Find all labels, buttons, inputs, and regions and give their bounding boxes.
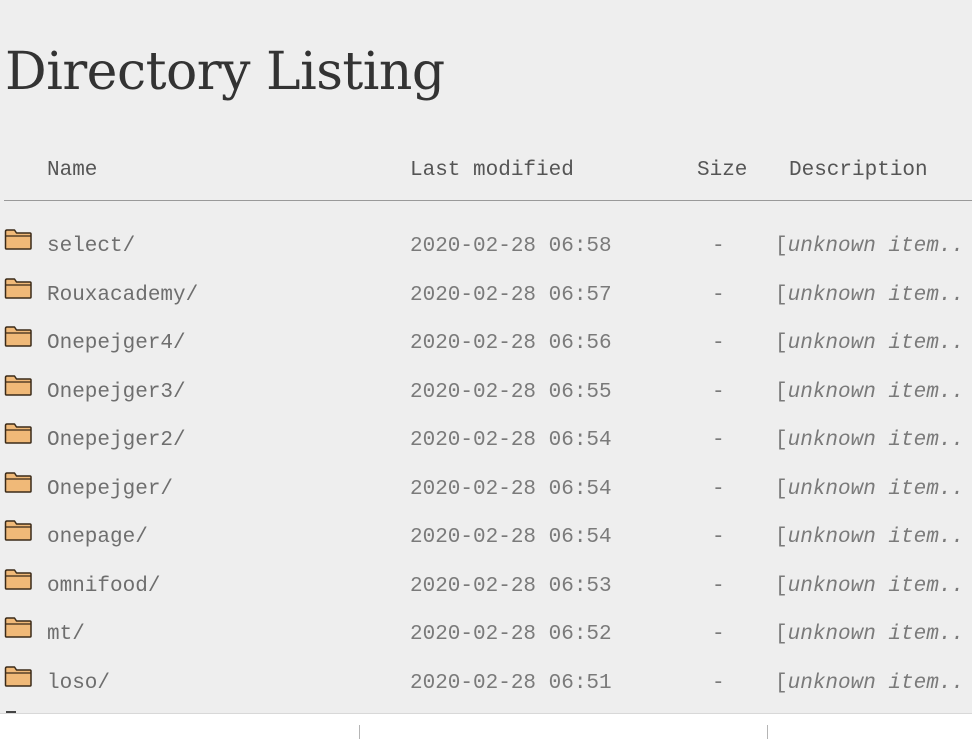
page-title: Directory Listing xyxy=(5,42,445,102)
table-row: omnifood/2020-02-28 06:53 - [unknown item.… xyxy=(0,568,972,617)
description-text: unknown item.. xyxy=(787,574,965,598)
folder-icon xyxy=(4,423,32,444)
entry-last-modified: 2020-02-28 06:57 xyxy=(410,283,612,307)
entry-last-modified: 2020-02-28 06:52 xyxy=(410,623,612,646)
folder-icon xyxy=(4,326,32,347)
description-text: unknown item.. xyxy=(787,283,965,307)
panel-divider xyxy=(359,725,360,739)
entry-name-link[interactable]: loso/ xyxy=(47,669,110,699)
description-text: unknown item.. xyxy=(787,477,965,501)
entry-size: - xyxy=(712,526,725,549)
entry-name-link[interactable]: Onepejger2/ xyxy=(47,426,186,456)
column-header-last-modified[interactable]: Last modified xyxy=(410,156,574,186)
description-text: unknown item.. xyxy=(787,332,965,355)
description-bracket: [ xyxy=(775,671,788,695)
description-bracket: [ xyxy=(775,283,788,307)
folder-icon xyxy=(4,229,32,250)
entry-description: [unknown item.. xyxy=(775,378,964,408)
entry-last-modified: 2020-02-28 06:53 xyxy=(410,574,612,598)
column-header-name[interactable]: Name xyxy=(47,156,97,186)
description-text: unknown item.. xyxy=(787,235,965,258)
entry-description: [unknown item.. xyxy=(775,523,964,553)
entry-description: [unknown item.. xyxy=(775,329,964,359)
column-header-description[interactable]: Description xyxy=(789,156,928,186)
entry-last-modified: 2020-02-28 06:58 xyxy=(410,235,612,258)
folder-icon xyxy=(4,617,32,638)
entry-description: [unknown item.. xyxy=(775,475,964,505)
folder-icon xyxy=(4,568,32,590)
entry-size: - xyxy=(712,671,725,695)
description-bracket: [ xyxy=(775,380,788,404)
entry-last-modified: 2020-02-28 06:54 xyxy=(410,477,612,501)
entry-name-link[interactable]: select/ xyxy=(47,232,135,262)
description-bracket: [ xyxy=(775,574,788,598)
description-text: unknown item.. xyxy=(787,623,965,646)
description-bracket: [ xyxy=(775,477,788,501)
entry-last-modified: 2020-02-28 06:55 xyxy=(410,380,612,404)
table-row: select/2020-02-28 06:58 - [unknown item.. xyxy=(0,228,972,277)
entry-name-link[interactable]: Rouxacademy/ xyxy=(47,281,198,311)
table-row: loso/2020-02-28 06:51 - [unknown item.. xyxy=(0,665,972,714)
description-bracket: [ xyxy=(775,526,788,549)
description-bracket: [ xyxy=(775,429,788,452)
entry-name-link[interactable]: Onepejger/ xyxy=(47,475,173,505)
entry-size: - xyxy=(712,283,725,307)
entry-description: [unknown item.. xyxy=(775,232,964,262)
entry-size: - xyxy=(712,574,725,598)
table-row: Onepejger2/2020-02-28 06:54 - [unknown ite… xyxy=(0,422,972,471)
entry-size: - xyxy=(712,380,725,404)
entry-description: [unknown item.. xyxy=(775,669,964,699)
description-text: unknown item.. xyxy=(787,671,965,695)
entry-description: [unknown item.. xyxy=(775,426,964,456)
description-text: unknown item.. xyxy=(787,526,965,549)
listing-header: Name Last modified Size Description xyxy=(0,156,972,186)
entry-description: [unknown item.. xyxy=(775,572,964,602)
table-row: Onepejger3/2020-02-28 06:55 - [unknown ite… xyxy=(0,374,972,423)
entry-name-link[interactable]: Onepejger3/ xyxy=(47,378,186,408)
folder-icon xyxy=(4,277,32,299)
entry-size: - xyxy=(712,235,725,258)
entry-size: - xyxy=(712,429,725,452)
entry-size: - xyxy=(712,623,725,646)
entry-description: [unknown item.. xyxy=(775,620,964,650)
folder-icon xyxy=(4,374,32,396)
entry-name-link[interactable]: Onepejger4/ xyxy=(47,329,186,359)
description-bracket: [ xyxy=(775,332,788,355)
folder-icon xyxy=(4,520,32,541)
table-row: Rouxacademy/2020-02-28 06:57 - [unknown it… xyxy=(0,277,972,326)
entry-description: [unknown item.. xyxy=(775,281,964,311)
entry-last-modified: 2020-02-28 06:54 xyxy=(410,429,612,452)
description-bracket: [ xyxy=(775,235,788,258)
listing-rows: select/2020-02-28 06:58- [unknown item.. R… xyxy=(0,228,972,713)
panel-divider xyxy=(767,725,768,739)
folder-icon xyxy=(4,665,32,687)
description-bracket: [ xyxy=(775,623,788,646)
table-row: mt/2020-02-28 06:52 - [unknown item.. xyxy=(0,616,972,665)
table-row: Onepejger4/2020-02-28 06:56 - [unknown ite… xyxy=(0,325,972,374)
entry-last-modified: 2020-02-28 06:54 xyxy=(410,526,612,549)
entry-last-modified: 2020-02-28 06:56 xyxy=(410,332,612,355)
table-row: onepage/2020-02-28 06:54 - [unknown item.. xyxy=(0,519,972,568)
column-header-size[interactable]: Size xyxy=(697,156,747,186)
entry-name-link[interactable]: onepage/ xyxy=(47,523,148,553)
folder-icon xyxy=(4,471,32,493)
description-text: unknown item.. xyxy=(787,380,965,404)
header-divider xyxy=(4,200,972,201)
entry-size: - xyxy=(712,477,725,501)
entry-last-modified: 2020-02-28 06:51 xyxy=(410,671,612,695)
table-row: Onepejger/2020-02-28 06:54 - [unknown item… xyxy=(0,471,972,520)
description-text: unknown item.. xyxy=(787,429,965,452)
entry-name-link[interactable]: mt/ xyxy=(47,620,85,650)
entry-name-link[interactable]: omnifood/ xyxy=(47,572,160,602)
bottom-panel xyxy=(0,713,972,739)
entry-size: - xyxy=(712,332,725,355)
